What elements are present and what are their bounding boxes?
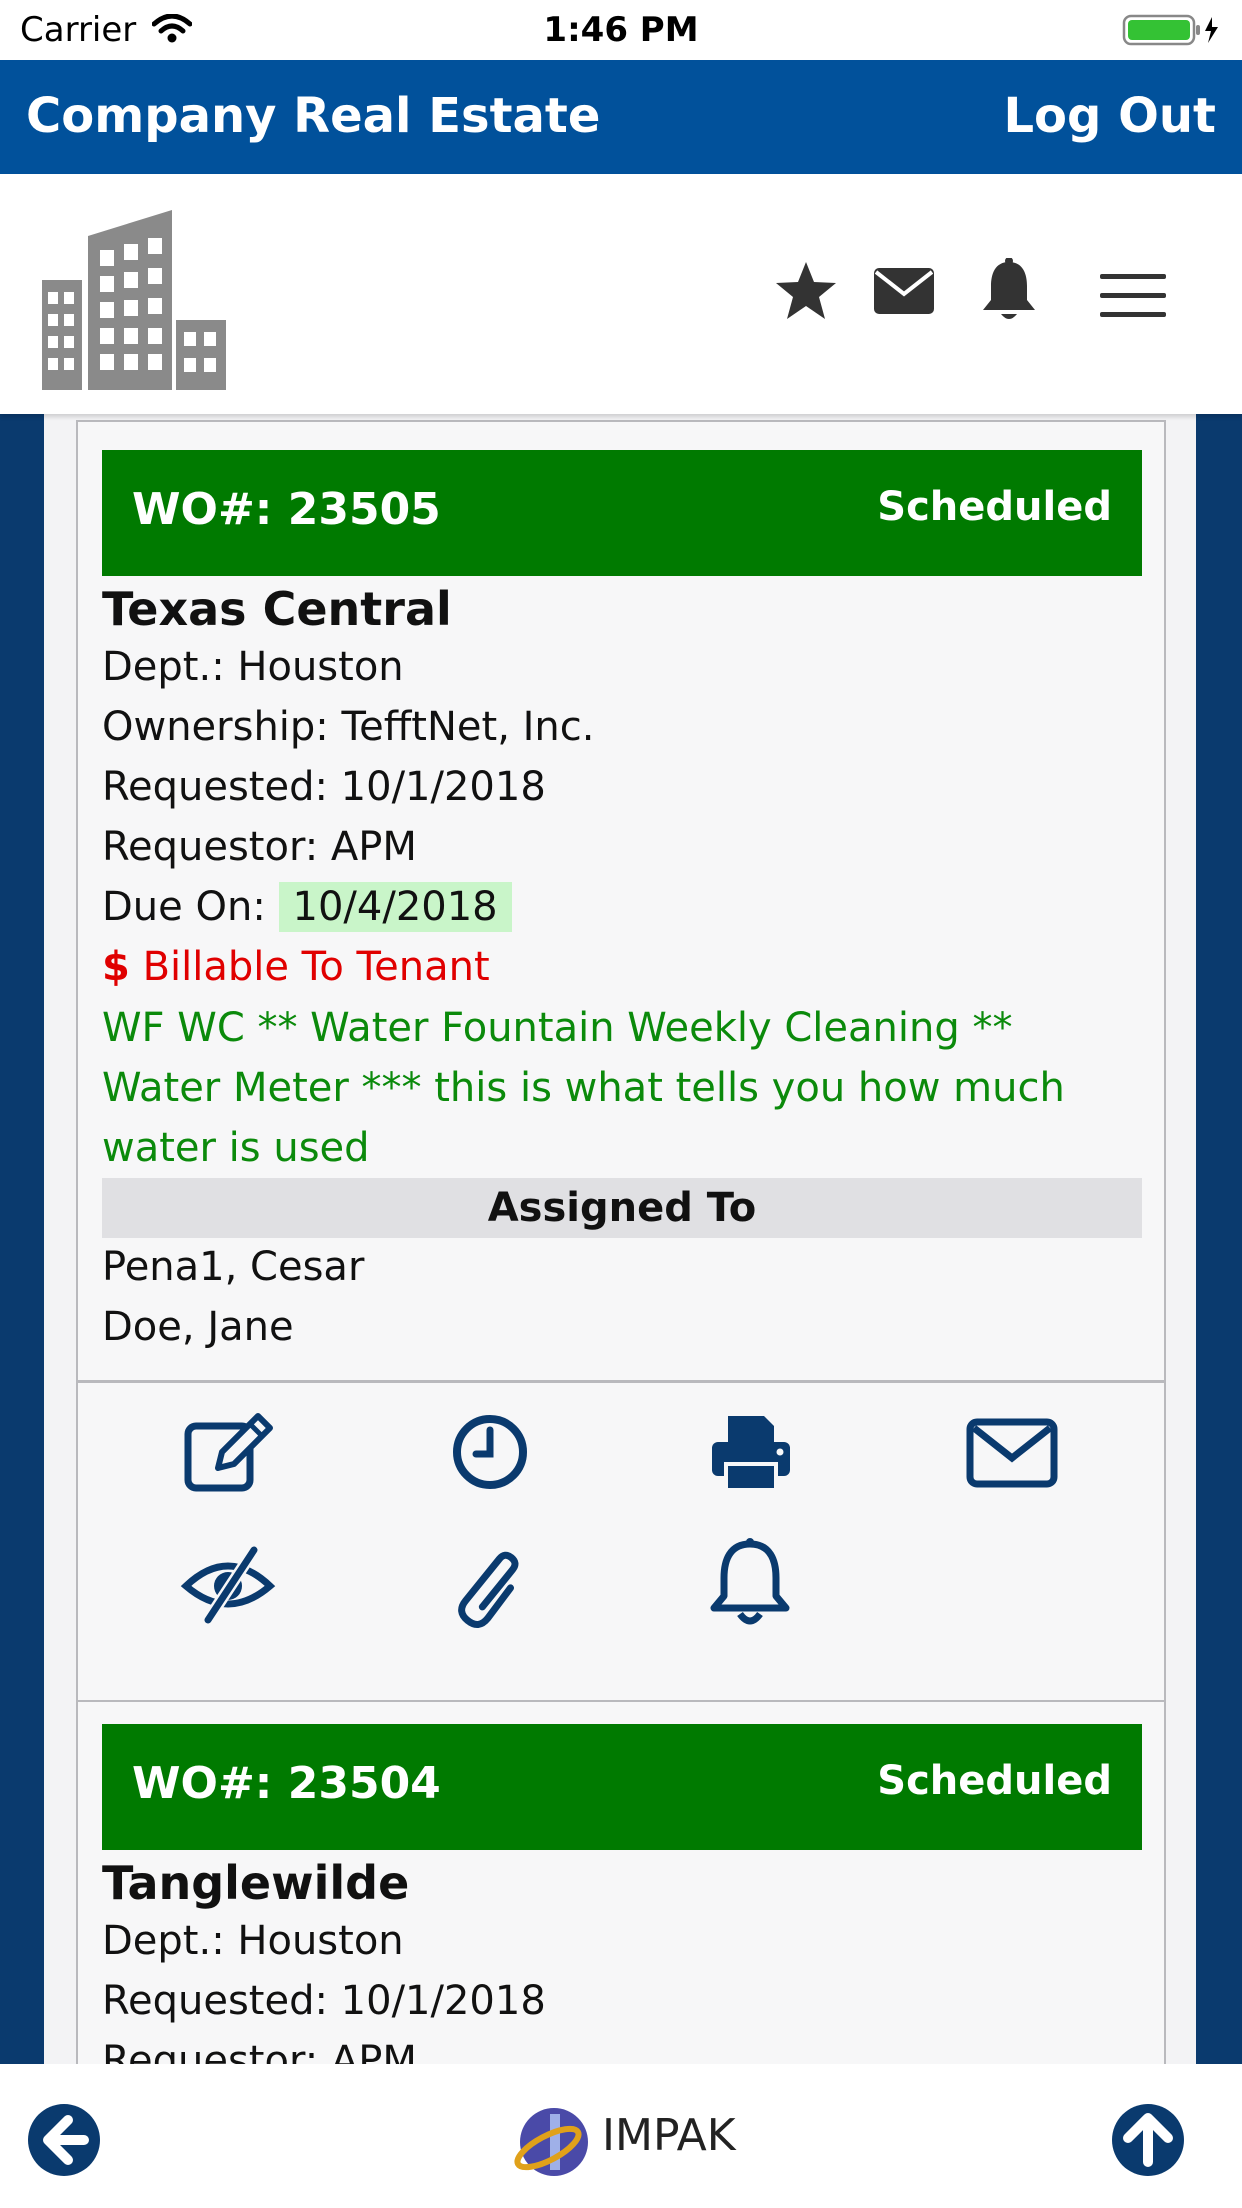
work-order-card[interactable]: WO#: 23504 Scheduled Tanglewilde Dept.: … [76,1700,1166,2064]
status-badge: Scheduled [877,484,1112,530]
email-icon[interactable] [962,1402,1062,1502]
app-header: Company Real Estate Log Out [0,60,1242,174]
status-bar: Carrier 1:46 PM [0,0,1242,60]
property-name: Tanglewilde [102,1856,410,1910]
assignee: Doe, Jane [102,1304,294,1350]
logout-button[interactable]: Log Out [1003,88,1216,144]
impak-logo-icon [514,2108,588,2176]
work-description: WF WC ** Water Fountain Weekly Cleaning … [102,1005,1065,1171]
work-order-number: WO#: 23505 [132,484,441,535]
back-arrow-icon[interactable] [26,2102,102,2178]
billable-text: Billable To Tenant [142,944,490,990]
work-order-number: WO#: 23504 [132,1758,441,1809]
divider [78,1380,1164,1383]
work-order-card[interactable]: WO#: 23505 Scheduled Texas Central Dept.… [76,420,1166,1702]
hide-icon[interactable] [178,1534,278,1634]
due-label: Due On: [102,884,266,930]
requested-date: Requested: 10/1/2018 [102,764,546,810]
scroll-to-top-icon[interactable] [1110,2102,1186,2178]
mail-icon[interactable] [872,266,936,316]
brand-name: IMPAK [602,2110,736,2161]
ownership: Ownership: TefftNet, Inc. [102,704,595,750]
building-logo-icon [42,210,226,390]
app-title: Company Real Estate [26,88,601,144]
edit-icon[interactable] [178,1402,278,1502]
property-name: Texas Central [102,582,452,636]
sub-header [0,174,1242,414]
assignee: Pena1, Cesar [102,1244,365,1290]
requestor: Requestor: APM [102,2038,417,2064]
print-icon[interactable] [700,1402,800,1502]
bell-icon[interactable] [978,258,1040,322]
clock-icon[interactable] [440,1402,540,1502]
department: Dept.: Houston [102,644,404,690]
battery-icon [1122,14,1218,46]
star-icon[interactable] [774,260,838,322]
requestor: Requestor: APM [102,824,417,870]
notify-bell-icon[interactable] [700,1534,800,1634]
status-badge: Scheduled [877,1758,1112,1804]
work-order-list: WO#: 23505 Scheduled Texas Central Dept.… [0,414,1242,2064]
billable-notice: $ Billable To Tenant [102,944,490,990]
clock-time: 1:46 PM [543,10,699,50]
assigned-to-header: Assigned To [102,1178,1142,1238]
department: Dept.: Houston [102,1918,404,1964]
bottom-bar: IMPAK [0,2064,1242,2208]
attachment-icon[interactable] [440,1534,540,1634]
dollar-icon: $ [102,944,130,990]
due-date: 10/4/2018 [278,882,512,932]
work-order-header[interactable]: WO#: 23504 Scheduled [102,1724,1142,1850]
work-order-header[interactable]: WO#: 23505 Scheduled [102,450,1142,576]
due-on: Due On: 10/4/2018 [102,882,512,932]
hamburger-menu-icon[interactable] [1100,274,1166,318]
requested-date: Requested: 10/1/2018 [102,1978,546,2024]
